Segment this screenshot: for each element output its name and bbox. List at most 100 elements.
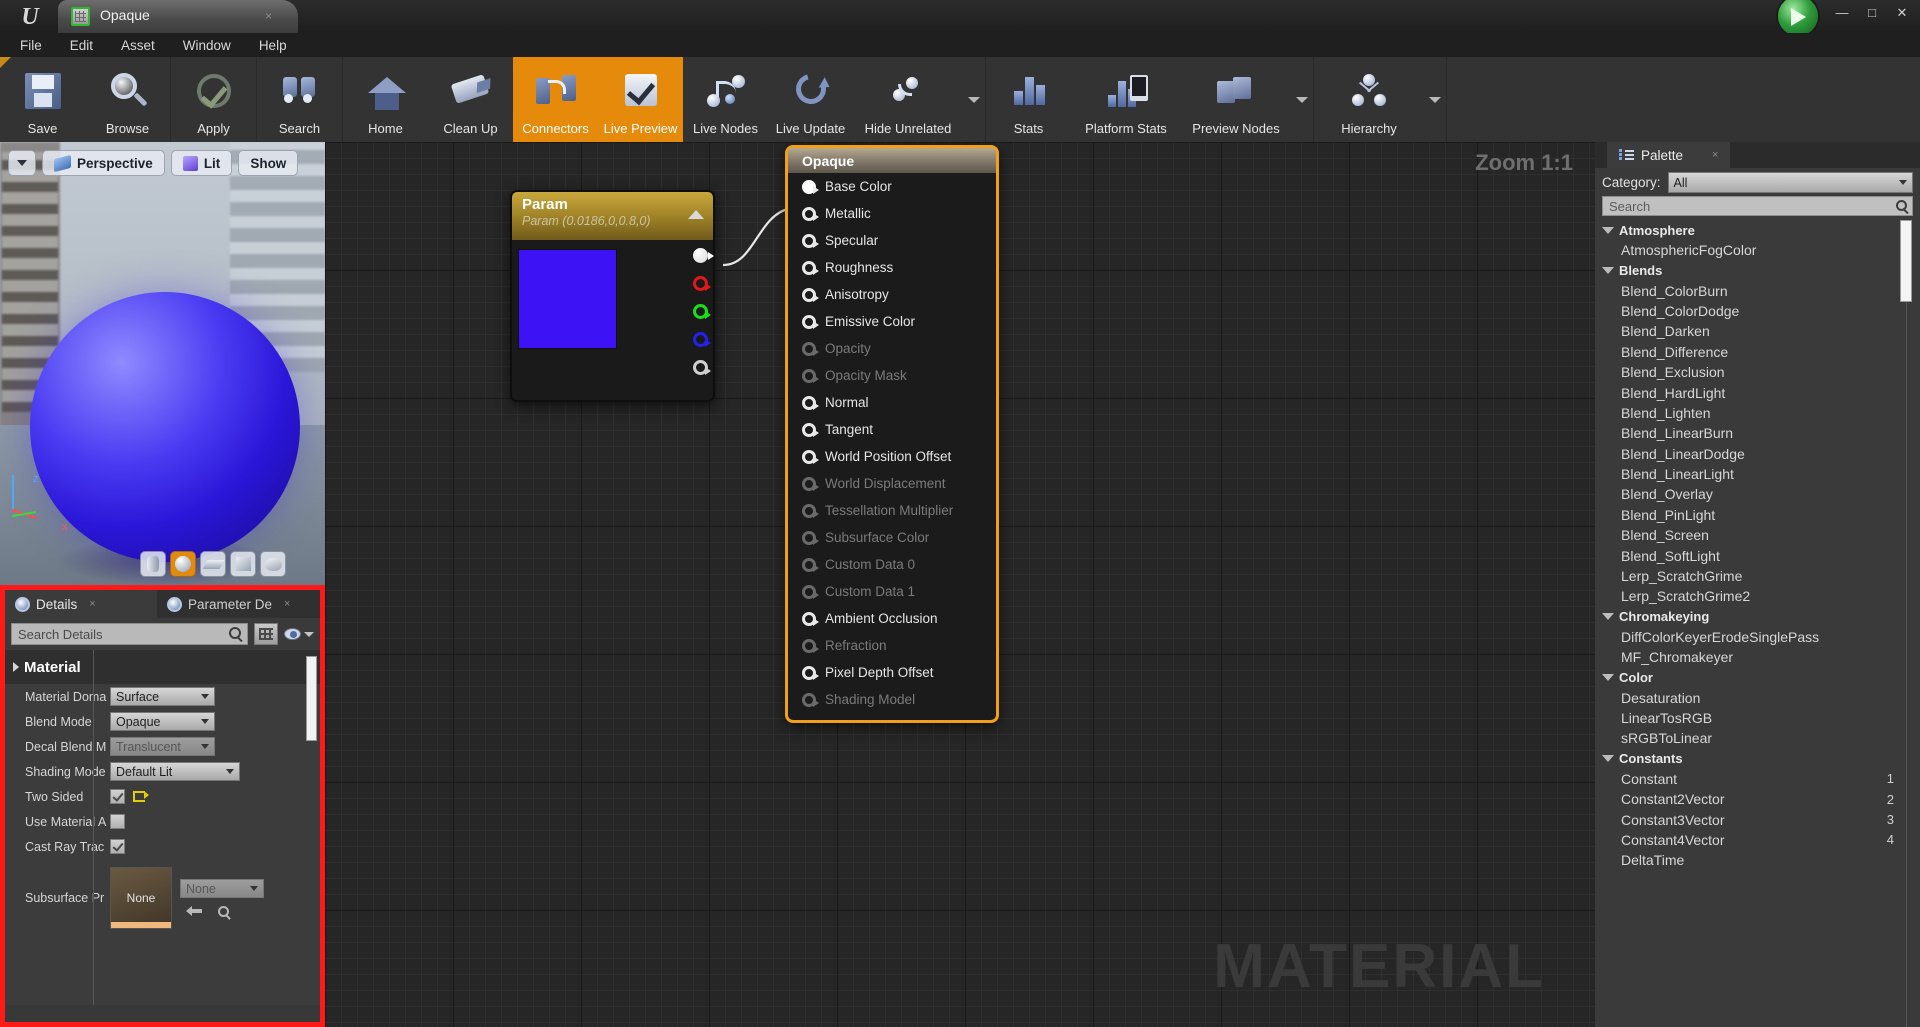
toolbar-hierarchy-button[interactable]: Hierarchy bbox=[1314, 57, 1424, 142]
toolbar-clean-up-button[interactable]: Clean Up bbox=[428, 57, 513, 142]
viewport-options-dropdown[interactable] bbox=[8, 150, 36, 176]
node-opaque-header[interactable]: Opaque bbox=[788, 148, 996, 173]
input-roughness[interactable]: Roughness bbox=[788, 254, 996, 281]
palette-section-atmosphere[interactable]: Atmosphere bbox=[1595, 220, 1920, 240]
palette-scrollbar-track[interactable] bbox=[1906, 220, 1907, 1027]
material-graph-canvas[interactable]: Zoom 1:1 MATERIAL Param Param (0.0186,0,… bbox=[325, 142, 1595, 1027]
shape-sphere-button[interactable] bbox=[170, 551, 196, 577]
list-item[interactable]: Blend_Difference bbox=[1595, 342, 1920, 362]
checkbox-use-material-attributes[interactable] bbox=[110, 814, 125, 829]
viewport-lit-button[interactable]: Lit bbox=[170, 150, 233, 176]
palette-section-blends[interactable]: Blends bbox=[1595, 260, 1920, 280]
palette-section-color[interactable]: Color bbox=[1595, 667, 1920, 687]
list-item[interactable]: Blend_Overlay bbox=[1595, 484, 1920, 504]
list-item[interactable]: Constant3Vector 3 bbox=[1595, 809, 1920, 829]
close-button[interactable]: ✕ bbox=[1892, 4, 1912, 22]
list-item[interactable]: MF_Chromakeyer bbox=[1595, 647, 1920, 667]
toolbar-apply-button[interactable]: Apply bbox=[171, 57, 256, 142]
details-group-material[interactable]: Material bbox=[5, 650, 320, 684]
input-anisotropy[interactable]: Anisotropy bbox=[788, 281, 996, 308]
viewport-perspective-button[interactable]: Perspective bbox=[42, 150, 165, 176]
details-view-options-button[interactable] bbox=[284, 628, 314, 640]
r-output-pin[interactable] bbox=[693, 276, 711, 291]
list-item[interactable]: Blend_ColorDodge bbox=[1595, 301, 1920, 321]
palette-search-input[interactable]: Search bbox=[1602, 196, 1913, 216]
toolbar-platform-stats-button[interactable]: Platform Stats bbox=[1071, 57, 1181, 142]
palette-section-chromakeying[interactable]: Chromakeying bbox=[1595, 607, 1920, 627]
input-ambient-occlusion[interactable]: Ambient Occlusion bbox=[788, 605, 996, 632]
list-item[interactable]: Blend_HardLight bbox=[1595, 382, 1920, 402]
list-item[interactable]: DiffColorKeyerErodeSinglePass bbox=[1595, 627, 1920, 647]
palette-category-dropdown[interactable]: All bbox=[1667, 172, 1913, 193]
tab-palette-close-icon[interactable]: × bbox=[1712, 149, 1718, 161]
input-specular[interactable]: Specular bbox=[788, 227, 996, 254]
document-tab-opaque[interactable]: Opaque × bbox=[58, 0, 298, 33]
tab-palette[interactable]: Palette × bbox=[1607, 142, 1731, 168]
list-item[interactable]: Blend_PinLight bbox=[1595, 505, 1920, 525]
shape-cylinder-button[interactable] bbox=[140, 551, 166, 577]
toolbar-preview-nodes-button[interactable]: Preview Nodes bbox=[1181, 57, 1291, 142]
list-item[interactable]: LinearTosRGB bbox=[1595, 708, 1920, 728]
menu-help[interactable]: Help bbox=[245, 36, 301, 55]
use-selected-asset-icon[interactable] bbox=[186, 905, 202, 917]
preview-nodes-chevron-down-icon[interactable] bbox=[1291, 57, 1313, 142]
list-item[interactable]: Blend_LinearDodge bbox=[1595, 444, 1920, 464]
node-opaque-result[interactable]: Opaque Base Color Metallic Specular Roug… bbox=[785, 145, 999, 723]
toolbar-search-button[interactable]: Search bbox=[257, 57, 342, 142]
list-item[interactable]: Blend_ColorBurn bbox=[1595, 280, 1920, 300]
node-param[interactable]: Param Param (0.0186,0,0.8,0) bbox=[510, 190, 715, 402]
tab-details-close-icon[interactable]: × bbox=[89, 598, 95, 610]
input-metallic[interactable]: Metallic bbox=[788, 200, 996, 227]
list-item[interactable]: sRGBToLinear bbox=[1595, 728, 1920, 748]
toolbar-live-update-button[interactable]: Live Update bbox=[768, 57, 853, 142]
toolbar-hide-unrelated-button[interactable]: Hide Unrelated bbox=[853, 57, 963, 142]
list-item[interactable]: Blend_Exclusion bbox=[1595, 362, 1920, 382]
list-item[interactable]: Constant4Vector 4 bbox=[1595, 830, 1920, 850]
details-scrollbar-thumb[interactable] bbox=[306, 656, 317, 741]
menu-file[interactable]: File bbox=[6, 36, 56, 55]
list-item[interactable]: Lerp_ScratchGrime bbox=[1595, 566, 1920, 586]
tab-parameter-defaults-close-icon[interactable]: × bbox=[284, 598, 290, 610]
list-item[interactable]: Desaturation bbox=[1595, 687, 1920, 707]
tab-parameter-defaults[interactable]: Parameter De × bbox=[157, 590, 320, 618]
toolbar-live-nodes-button[interactable]: Live Nodes bbox=[683, 57, 768, 142]
palette-list[interactable]: Atmosphere AtmosphericFogColor Blends Bl… bbox=[1595, 218, 1920, 1027]
checkbox-cast-ray-traced-shadows[interactable] bbox=[110, 839, 125, 854]
document-tab-close-icon[interactable]: × bbox=[265, 9, 272, 23]
palette-section-constants[interactable]: Constants bbox=[1595, 749, 1920, 769]
maximize-button[interactable]: □ bbox=[1862, 4, 1882, 22]
toolbar-stats-button[interactable]: Stats bbox=[986, 57, 1071, 142]
subsurface-profile-thumbnail[interactable]: None bbox=[110, 867, 172, 929]
checkbox-two-sided[interactable] bbox=[110, 789, 125, 804]
list-item[interactable]: Blend_LinearBurn bbox=[1595, 423, 1920, 443]
input-emissive-color[interactable]: Emissive Color bbox=[788, 308, 996, 335]
list-item[interactable]: Constant2Vector 2 bbox=[1595, 789, 1920, 809]
combo-subsurface-profile[interactable]: None bbox=[180, 879, 264, 898]
hide-unrelated-chevron-down-icon[interactable] bbox=[963, 57, 985, 142]
toolbar-home-button[interactable]: Home bbox=[343, 57, 428, 142]
viewport-show-button[interactable]: Show bbox=[238, 150, 299, 176]
tab-details[interactable]: Details × bbox=[5, 590, 157, 618]
toolbar-save-button[interactable]: Save bbox=[0, 57, 85, 142]
minimize-button[interactable]: — bbox=[1832, 4, 1852, 22]
toolbar-browse-button[interactable]: Browse bbox=[85, 57, 170, 142]
list-item[interactable]: Constant 1 bbox=[1595, 769, 1920, 789]
combo-blend-mode[interactable]: Opaque bbox=[110, 712, 215, 731]
a-output-pin[interactable] bbox=[693, 360, 711, 375]
details-search-input[interactable]: Search Details bbox=[11, 623, 248, 645]
input-pixel-depth-offset[interactable]: Pixel Depth Offset bbox=[788, 659, 996, 686]
toolbar-live-preview-button[interactable]: Live Preview bbox=[598, 57, 683, 142]
browse-asset-icon[interactable] bbox=[218, 905, 229, 917]
material-preview-viewport[interactable]: Perspective Lit Show z x bbox=[0, 142, 325, 585]
combo-material-domain[interactable]: Surface bbox=[110, 687, 215, 706]
list-item[interactable]: Blend_Darken bbox=[1595, 321, 1920, 341]
input-normal[interactable]: Normal bbox=[788, 389, 996, 416]
details-grid-view-button[interactable] bbox=[254, 623, 278, 645]
shape-cube-button[interactable] bbox=[230, 551, 256, 577]
menu-edit[interactable]: Edit bbox=[56, 36, 107, 55]
shape-teapot-button[interactable] bbox=[260, 551, 286, 577]
list-item[interactable]: AtmosphericFogColor bbox=[1595, 240, 1920, 260]
reset-arrow-icon[interactable] bbox=[133, 791, 149, 802]
list-item[interactable]: Blend_SoftLight bbox=[1595, 545, 1920, 565]
rgba-output-pin[interactable] bbox=[693, 248, 714, 263]
